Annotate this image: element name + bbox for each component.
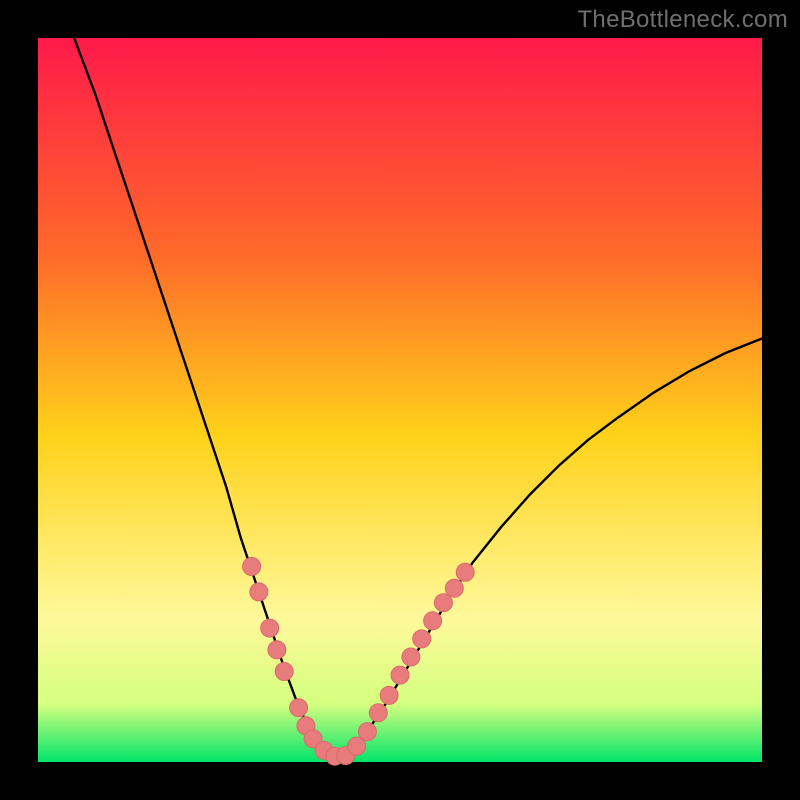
plot-background: [38, 38, 762, 762]
chart-stage: { "watermark": "TheBottleneck.com", "col…: [0, 0, 800, 800]
curve-marker: [261, 619, 279, 637]
curve-marker: [456, 563, 474, 581]
watermark-text: TheBottleneck.com: [577, 6, 788, 34]
curve-marker: [445, 579, 463, 597]
curve-marker: [413, 630, 431, 648]
curve-marker: [424, 612, 442, 630]
curve-marker: [275, 663, 293, 681]
chart-svg: [0, 0, 800, 800]
curve-marker: [268, 641, 286, 659]
curve-marker: [358, 723, 376, 741]
curve-marker: [243, 558, 261, 576]
curve-marker: [290, 699, 308, 717]
curve-marker: [402, 648, 420, 666]
curve-marker: [250, 583, 268, 601]
curve-marker: [380, 686, 398, 704]
curve-marker: [391, 666, 409, 684]
curve-marker: [369, 704, 387, 722]
